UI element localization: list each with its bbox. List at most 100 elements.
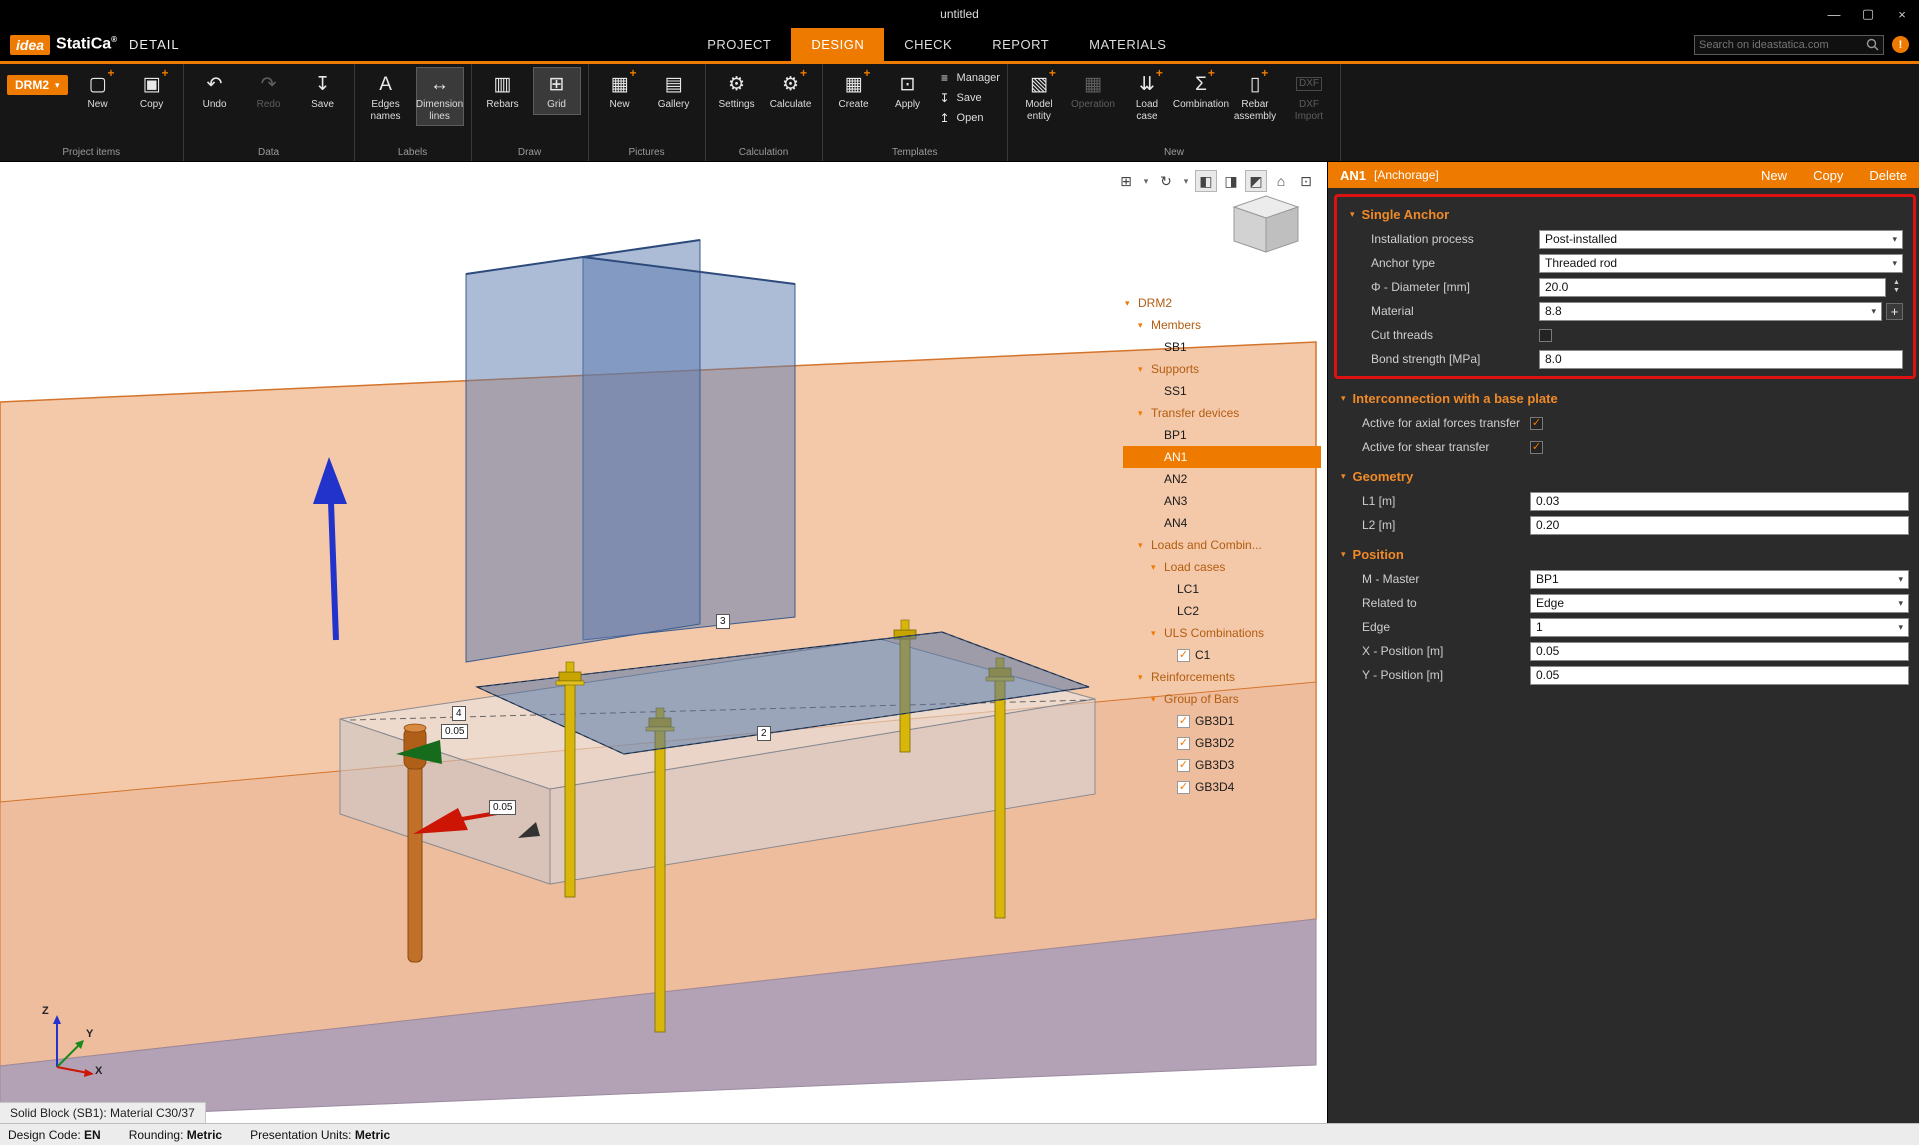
project-item-selector[interactable]: DRM2▾ [7,75,68,95]
search-box[interactable] [1694,35,1884,55]
installation-process-select[interactable]: Post-installed▾ [1539,230,1903,249]
section-header-geometry[interactable]: ▾Geometry [1328,459,1919,489]
material-select[interactable]: 8.8▾ [1539,302,1882,321]
tree-checkbox[interactable]: ✓ [1177,715,1190,728]
chevron-down-icon[interactable]: ▾ [1180,170,1192,192]
tree-checkbox[interactable]: ✓ [1177,649,1190,662]
orbit-icon[interactable]: ↻ [1155,170,1177,192]
close-icon[interactable]: × [1885,0,1919,28]
tree-item-an2[interactable]: AN2 [1123,468,1321,490]
chevron-down-icon[interactable]: ▾ [1140,170,1152,192]
ribbon-item-new[interactable]: ▢+New [74,67,122,115]
related-to-select[interactable]: Edge▾ [1530,594,1909,613]
tree-item-gb3d3[interactable]: ✓GB3D3 [1123,754,1321,776]
tree-item-lc2[interactable]: LC2 [1123,600,1321,622]
chevron-down-icon[interactable]: ▾ [1151,628,1164,639]
chevron-down-icon[interactable]: ▾ [1151,694,1164,705]
ribbon-item-calculate[interactable]: ⚙+Calculate [767,67,815,115]
ribbon-item-gallery[interactable]: ▤Gallery [650,67,698,115]
chevron-down-icon[interactable]: ▾ [1151,562,1164,573]
anchor-type-select[interactable]: Threaded rod▾ [1539,254,1903,273]
viewport-3d[interactable]: ⊞▾↻▾◧◨◩⌂⊡ ▾DRM2▾MembersSB1▾SupportsSS1▾T… [0,162,1327,1123]
tree-item-drm2[interactable]: ▾DRM2 [1123,292,1321,314]
help-badge-icon[interactable]: ! [1892,36,1909,53]
ribbon-item-copy[interactable]: ▣+Copy [128,67,176,115]
ribbon-item-edges-names[interactable]: AEdges names [362,67,410,126]
tree-item-gb3d1[interactable]: ✓GB3D1 [1123,710,1321,732]
section-header-position[interactable]: ▾Position [1328,537,1919,567]
tree-item-loads-and-combin[interactable]: ▾Loads and Combin... [1123,534,1321,556]
ribbon-item-manager[interactable]: ≡Manager [938,69,1000,87]
ribbon-item-dimension-lines[interactable]: ↔Dimension lines [416,67,464,126]
l1-m-input[interactable]: 0.03 [1530,492,1909,511]
ribbon-item-create[interactable]: ▦+Create [830,67,878,115]
section-header-single-anchor[interactable]: ▾Single Anchor [1337,197,1913,227]
ribbon-item-rebar-assembly[interactable]: ▯+Rebar assembly [1231,67,1279,126]
l2-m-input[interactable]: 0.20 [1530,516,1909,535]
new-button[interactable]: New [1761,168,1787,183]
edge-select[interactable]: 1▾ [1530,618,1909,637]
ribbon-item-undo[interactable]: ↶Undo [191,67,239,115]
tree-item-group-of-bars[interactable]: ▾Group of Bars [1123,688,1321,710]
minimize-icon[interactable]: — [1817,0,1851,28]
transparent-view-icon[interactable]: ◩ [1245,170,1267,192]
active-for-shear-transfer-checkbox[interactable]: ✓ [1530,441,1543,454]
y-position-m-input[interactable]: 0.05 [1530,666,1909,685]
tab-materials[interactable]: MATERIALS [1069,28,1186,61]
section-tool-icon[interactable]: ⊞ [1115,170,1137,192]
tree-item-supports[interactable]: ▾Supports [1123,358,1321,380]
ribbon-item-load-case[interactable]: ⇊+Load case [1123,67,1171,126]
clip-box-icon[interactable]: ◧ [1195,170,1217,192]
tree-item-uls-combinations[interactable]: ▾ULS Combinations [1123,622,1321,644]
ribbon-item-model-entity[interactable]: ▧+Model entity [1015,67,1063,126]
ribbon-item-open[interactable]: ↥Open [938,109,1000,127]
chevron-down-icon[interactable]: ▾ [1138,320,1151,331]
tab-check[interactable]: CHECK [884,28,972,61]
chevron-down-icon[interactable]: ▾ [1138,408,1151,419]
copy-button[interactable]: Copy [1813,168,1843,183]
tree-item-lc1[interactable]: LC1 [1123,578,1321,600]
ribbon-item-save[interactable]: ↧Save [938,89,1000,107]
section-header-interconnection-with-a-base-plate[interactable]: ▾Interconnection with a base plate [1328,381,1919,411]
cut-threads-checkbox[interactable] [1539,329,1552,342]
tree-checkbox[interactable]: ✓ [1177,759,1190,772]
ribbon-item-new[interactable]: ▦+New [596,67,644,115]
diameter-mm-input[interactable]: 20.0 [1539,278,1886,297]
tab-report[interactable]: REPORT [972,28,1069,61]
bond-strength-mpa-input[interactable]: 8.0 [1539,350,1903,369]
tree-item-members[interactable]: ▾Members [1123,314,1321,336]
tree-item-sb1[interactable]: SB1 [1123,336,1321,358]
tab-project[interactable]: PROJECT [687,28,791,61]
tree-item-an3[interactable]: AN3 [1123,490,1321,512]
tab-design[interactable]: DESIGN [791,28,884,61]
home-view-icon[interactable]: ⌂ [1270,170,1292,192]
tree-item-an4[interactable]: AN4 [1123,512,1321,534]
tree-checkbox[interactable]: ✓ [1177,781,1190,794]
maximize-icon[interactable]: ▢ [1851,0,1885,28]
tree-item-an1[interactable]: AN1 [1123,446,1321,468]
ribbon-item-apply[interactable]: ⊡Apply [884,67,932,115]
m-master-select[interactable]: BP1▾ [1530,570,1909,589]
delete-button[interactable]: Delete [1869,168,1907,183]
steel-column[interactable] [466,240,795,662]
chevron-down-icon[interactable]: ▾ [1125,298,1138,309]
tree-item-load-cases[interactable]: ▾Load cases [1123,556,1321,578]
spinner-control[interactable]: ▲▼ [1890,279,1903,295]
tree-item-ss1[interactable]: SS1 [1123,380,1321,402]
tree-item-c1[interactable]: ✓C1 [1123,644,1321,666]
tree-item-reinforcements[interactable]: ▾Reinforcements [1123,666,1321,688]
ribbon-item-rebars[interactable]: ▥Rebars [479,67,527,115]
ribbon-item-grid[interactable]: ⊞Grid [533,67,581,115]
solid-view-icon[interactable]: ◨ [1220,170,1242,192]
tree-item-gb3d2[interactable]: ✓GB3D2 [1123,732,1321,754]
active-for-axial-forces-transfer-checkbox[interactable]: ✓ [1530,417,1543,430]
tree-item-bp1[interactable]: BP1 [1123,424,1321,446]
x-position-m-input[interactable]: 0.05 [1530,642,1909,661]
ribbon-item-save[interactable]: ↧Save [299,67,347,115]
tree-item-gb3d4[interactable]: ✓GB3D4 [1123,776,1321,798]
chevron-down-icon[interactable]: ▾ [1138,364,1151,375]
chevron-down-icon[interactable]: ▾ [1138,672,1151,683]
tree-item-transfer-devices[interactable]: ▾Transfer devices [1123,402,1321,424]
fit-view-icon[interactable]: ⊡ [1295,170,1317,192]
search-input[interactable] [1699,39,1866,51]
